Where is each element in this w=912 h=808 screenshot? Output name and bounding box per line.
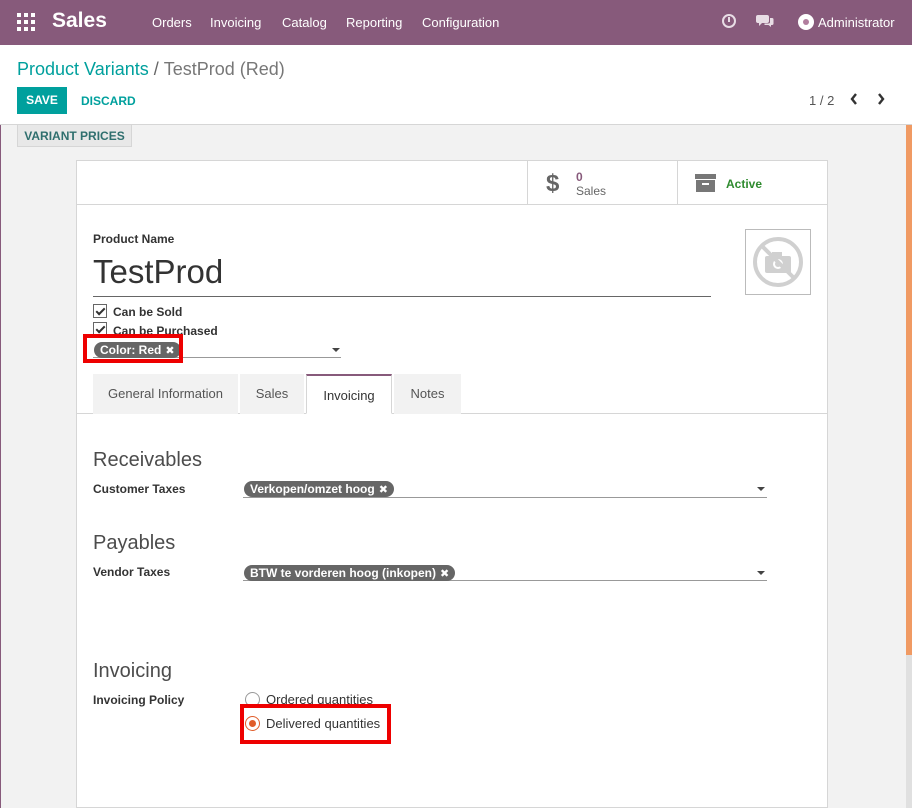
avatar[interactable] <box>798 14 814 30</box>
menu-catalog[interactable]: Catalog <box>282 15 327 30</box>
menu-configuration[interactable]: Configuration <box>422 15 499 30</box>
sales-label: Sales <box>576 184 607 198</box>
product-name-field[interactable]: TestProd <box>93 252 711 297</box>
dropdown-caret-icon[interactable] <box>332 348 340 352</box>
apps-icon[interactable] <box>17 13 35 31</box>
invoicing-title: Invoicing <box>93 660 172 682</box>
breadcrumb-product-variants[interactable]: Product Variants <box>17 59 149 79</box>
tab-notes[interactable]: Notes <box>394 374 461 414</box>
app-title[interactable]: Sales <box>52 9 107 33</box>
discard-button[interactable]: DISCARD <box>81 94 136 108</box>
variant-prices-button[interactable]: VARIANT PRICES <box>17 125 132 147</box>
highlight-delivered-quantities <box>240 704 391 744</box>
chevron-left-icon[interactable] <box>849 92 859 106</box>
receivables-title: Receivables <box>93 449 202 471</box>
invoicing-policy-label: Invoicing Policy <box>93 693 185 707</box>
vendor-tax-tag-label: BTW te vorderen hoog (inkopen) <box>250 566 436 580</box>
menu-invoicing[interactable]: Invoicing <box>210 15 261 30</box>
user-menu[interactable]: Administrator <box>818 15 895 30</box>
tab-invoicing[interactable]: Invoicing <box>306 374 392 414</box>
breadcrumb-current: TestProd (Red) <box>163 59 285 79</box>
chat-icon[interactable] <box>756 13 774 29</box>
left-border <box>0 125 1 808</box>
scrollbar-thumb[interactable] <box>906 125 912 655</box>
breadcrumb: Product Variants / TestProd (Red) <box>17 59 285 80</box>
dropdown-caret-icon[interactable] <box>757 487 765 491</box>
payables-title: Payables <box>93 532 176 554</box>
highlight-attribute <box>83 334 183 363</box>
pager-value[interactable]: 1 / 2 <box>809 93 834 108</box>
breadcrumb-separator: / <box>153 59 159 79</box>
vendor-tax-tag: BTW te vorderen hoog (inkopen) ✖ <box>244 565 456 581</box>
remove-tag-icon[interactable]: ✖ <box>440 568 449 580</box>
clock-icon[interactable] <box>722 14 736 28</box>
no-photo-icon <box>753 237 803 287</box>
tab-sales[interactable]: Sales <box>240 374 304 414</box>
control-panel: Product Variants / TestProd (Red) SAVE DIS… <box>0 45 912 125</box>
can-be-sold-checkbox[interactable] <box>93 304 107 318</box>
customer-tax-tag-label: Verkopen/omzet hoog <box>250 482 375 496</box>
can-be-sold-label: Can be Sold <box>113 305 183 319</box>
sales-count: 0 <box>576 170 583 184</box>
product-name-label: Product Name <box>93 232 175 246</box>
active-label: Active <box>726 177 763 191</box>
menu-reporting[interactable]: Reporting <box>346 15 402 30</box>
archive-icon <box>695 174 716 192</box>
chevron-right-icon[interactable] <box>876 92 886 106</box>
remove-tag-icon[interactable]: ✖ <box>379 484 388 496</box>
save-button[interactable]: SAVE <box>17 87 67 114</box>
customer-taxes-label: Customer Taxes <box>93 482 186 496</box>
dollar-icon: $ <box>546 170 560 197</box>
tab-general-information[interactable]: General Information <box>93 374 238 414</box>
customer-tax-tag: Verkopen/omzet hoog ✖ <box>244 481 394 497</box>
vendor-taxes-label: Vendor Taxes <box>93 565 171 579</box>
dropdown-caret-icon[interactable] <box>757 571 765 575</box>
top-navbar: Sales Orders Invoicing Catalog Reporting… <box>0 0 912 45</box>
menu-orders[interactable]: Orders <box>152 15 192 30</box>
